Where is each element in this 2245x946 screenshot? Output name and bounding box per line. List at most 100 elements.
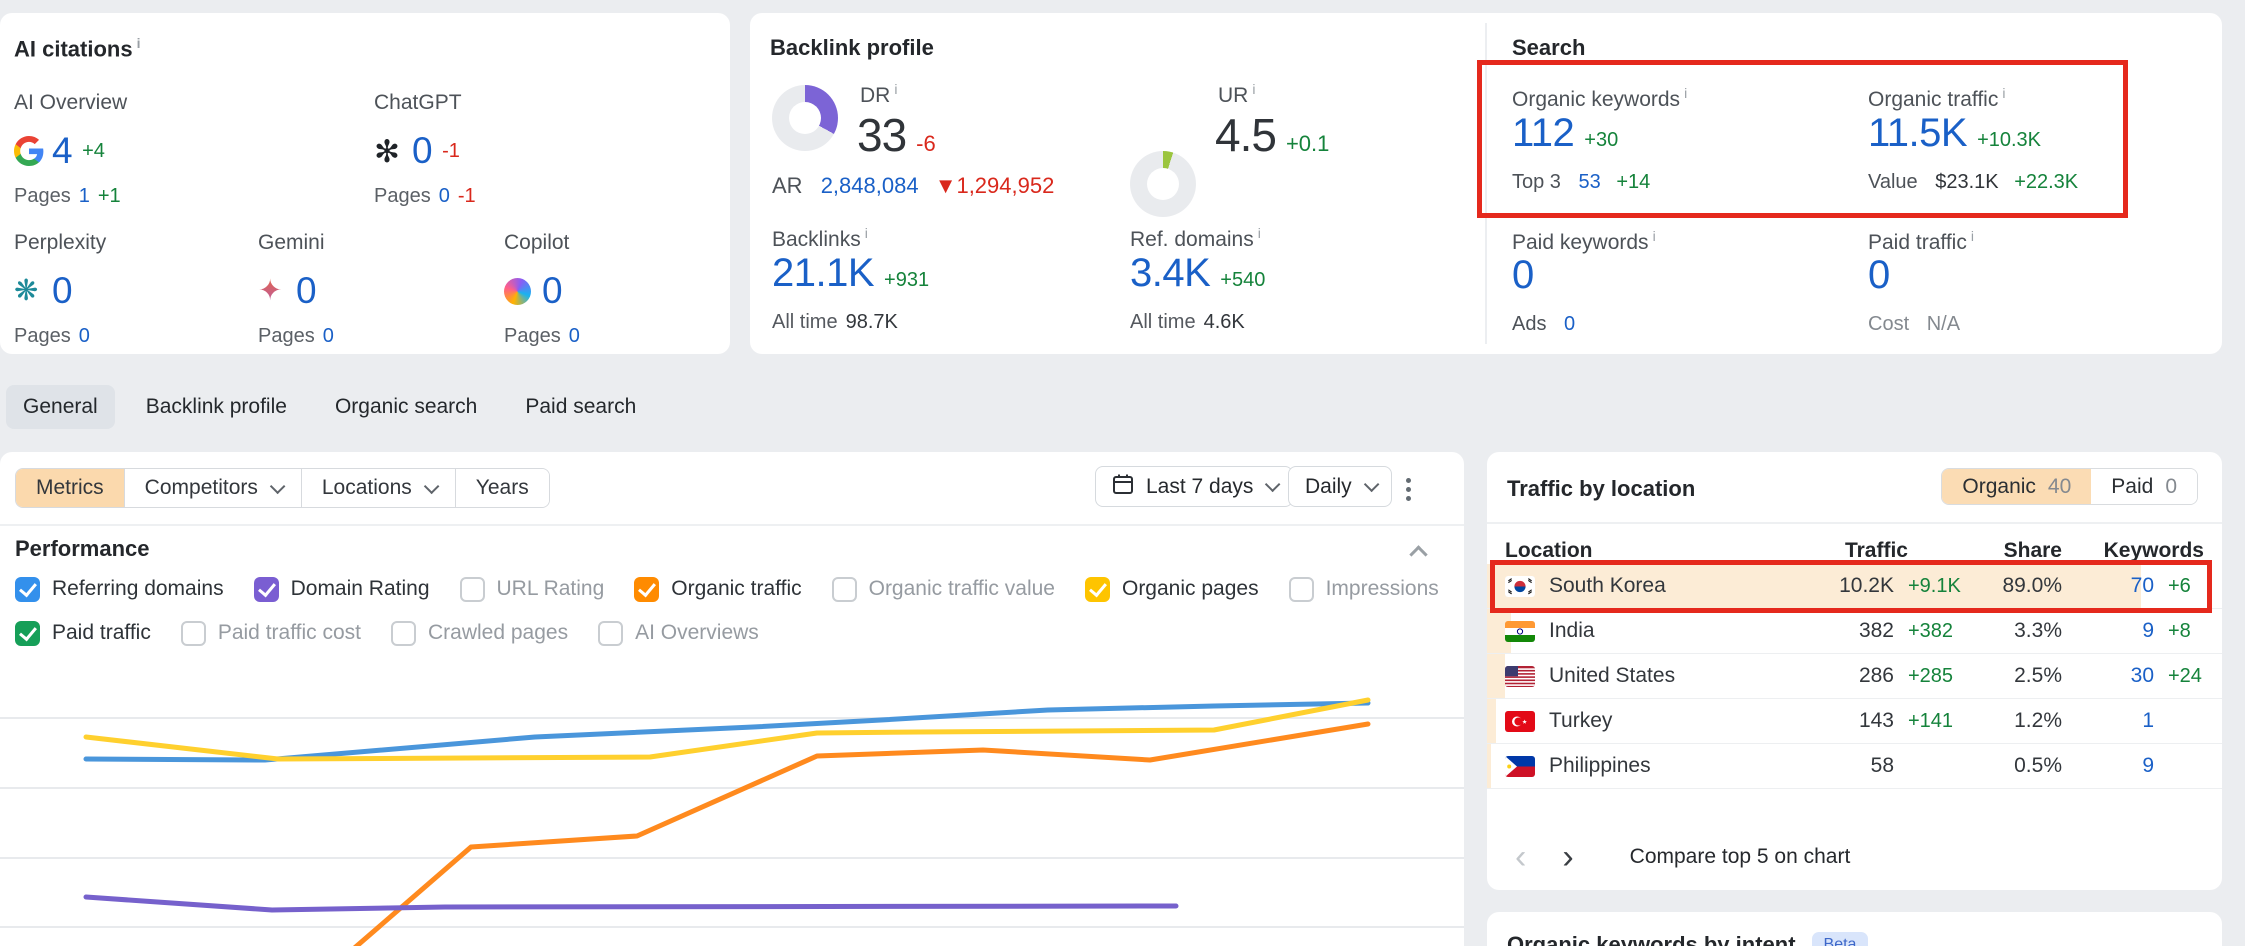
dr-value: 33 (857, 108, 906, 162)
checkbox-unchecked-icon[interactable] (181, 621, 206, 646)
ur-donut-chart (1130, 151, 1196, 217)
checkbox-unchecked-icon[interactable] (391, 621, 416, 646)
metric-checkbox-domain-rating[interactable]: Domain Rating (254, 574, 430, 604)
checkbox-unchecked-icon[interactable] (598, 621, 623, 646)
next-page-icon[interactable]: › (1562, 840, 1573, 874)
perplexity-icon: ❋ (14, 277, 52, 306)
compare-top5-link[interactable]: Compare top 5 on chart (1630, 845, 1851, 869)
info-icon: i (1258, 225, 1261, 241)
traffic-pager: ‹ › Compare top 5 on chart (1487, 840, 2222, 874)
perplexity-value: 0 (52, 270, 72, 312)
paid-traffic-label: Paid traffici (1868, 228, 1974, 255)
traffic-table: South Korea 10.2K+9.1K 89.0% 70+6 India … (1487, 564, 2222, 789)
info-icon: i (1252, 81, 1255, 97)
organic-keywords-value[interactable]: 112 (1512, 111, 1574, 156)
filter-competitors-button[interactable]: Competitors (125, 469, 302, 507)
toggle-organic[interactable]: Organic40 (1942, 469, 2091, 504)
metric-checkbox-paid-traffic[interactable]: Paid traffic (15, 618, 151, 648)
chevron-down-icon (270, 478, 286, 494)
ads-row: Ads 0 (1512, 313, 1575, 336)
checkbox-checked-icon[interactable] (15, 577, 40, 602)
checkbox-checked-icon[interactable] (15, 621, 40, 646)
gemini-label: Gemini (258, 231, 334, 255)
metric-checkbox-label: URL Rating (497, 577, 605, 601)
info-icon: i (865, 225, 868, 241)
filter-years-button[interactable]: Years (456, 469, 549, 507)
info-icon: i (1971, 228, 1974, 244)
card-divider (1485, 23, 1487, 344)
metric-checkbox-crawled-pages[interactable]: Crawled pages (391, 618, 568, 648)
copilot-icon (504, 278, 542, 305)
checkbox-checked-icon[interactable] (634, 577, 659, 602)
checkbox-unchecked-icon[interactable] (1289, 577, 1314, 602)
metric-checkbox-url-rating[interactable]: URL Rating (460, 574, 605, 604)
chatgpt-delta: -1 (442, 140, 460, 163)
organic-keywords-delta: +30 (1584, 129, 1618, 152)
organic-traffic-value-row: 11.5K +10.3K (1868, 111, 2041, 156)
dr-label: DRi (860, 81, 897, 108)
metric-checkbox-label: Organic traffic (671, 577, 801, 601)
metric-checkbox-referring-domains[interactable]: Referring domains (15, 574, 224, 604)
metric-checkbox-paid-traffic-cost[interactable]: Paid traffic cost (181, 618, 361, 648)
ai-citations-card: AI citationsi AI Overview 4 +4 Pages1+1 … (0, 13, 730, 354)
perplexity-label: Perplexity (14, 231, 106, 255)
backlinks-alltime: All time98.7K (772, 311, 898, 334)
organic-traffic-value[interactable]: 11.5K (1868, 111, 1967, 156)
metric-checkbox-organic-traffic[interactable]: Organic traffic (634, 574, 801, 604)
checkbox-unchecked-icon[interactable] (460, 577, 485, 602)
metric-checkbox-organic-traffic-value[interactable]: Organic traffic value (832, 574, 1055, 604)
date-range-button[interactable]: Last 7 days (1095, 466, 1293, 507)
collapse-chevron-up-icon[interactable] (1409, 545, 1427, 563)
tab-backlink-profile[interactable]: Backlink profile (129, 385, 304, 429)
checkbox-checked-icon[interactable] (254, 577, 279, 602)
info-icon: i (137, 35, 141, 51)
ai-overview-value: 4 (52, 130, 72, 172)
copilot-stat: Copilot 0 Pages0 (504, 231, 580, 348)
ur-value: 4.5 (1215, 108, 1276, 162)
metric-checkbox-label: AI Overviews (635, 621, 759, 645)
filter-locations-button[interactable]: Locations (302, 469, 456, 507)
metric-checkbox-ai-overviews[interactable]: AI Overviews (598, 618, 759, 648)
table-row-south-korea[interactable]: South Korea 10.2K+9.1K 89.0% 70+6 (1487, 564, 2222, 609)
ur-delta: +0.1 (1286, 131, 1329, 157)
metric-checkbox-label: Paid traffic cost (218, 621, 361, 645)
tab-paid-search[interactable]: Paid search (508, 385, 653, 429)
gemini-stat: Gemini ✦ 0 Pages0 (258, 231, 334, 348)
ref-domains-delta: +540 (1220, 269, 1265, 292)
gemini-value: 0 (296, 270, 316, 312)
metric-checkbox-impressions[interactable]: Impressions (1289, 574, 1439, 604)
tab-organic-search[interactable]: Organic search (318, 385, 494, 429)
table-row-philippines[interactable]: Philippines 58 0.5% 9 (1487, 744, 2222, 789)
checkbox-unchecked-icon[interactable] (832, 577, 857, 602)
chatgpt-value: 0 (412, 130, 432, 172)
paid-keywords-label: Paid keywordsi (1512, 228, 1656, 255)
backlinks-value[interactable]: 21.1K (772, 251, 874, 296)
performance-card: Metrics Competitors Locations Years Last… (0, 452, 1464, 946)
paid-keywords-value[interactable]: 0 (1512, 253, 1534, 298)
flag-tr-icon (1505, 711, 1535, 732)
prev-page-icon[interactable]: ‹ (1515, 840, 1526, 874)
paid-traffic-value[interactable]: 0 (1868, 253, 1890, 298)
ar-value[interactable]: 2,848,084 (821, 173, 919, 198)
table-row-turkey[interactable]: Turkey 143+141 1.2% 1 (1487, 699, 2222, 744)
more-options-kebab-button[interactable] (1400, 472, 1417, 507)
tab-general[interactable]: General (6, 385, 115, 429)
flag-us-icon (1505, 666, 1535, 687)
metrics-checkbox-list: Referring domains Domain Rating URL Rating… (15, 574, 1449, 648)
flag-in-icon (1505, 621, 1535, 642)
performance-chart (0, 652, 1464, 946)
metric-checkbox-organic-pages[interactable]: Organic pages (1085, 574, 1259, 604)
performance-title: Performance (15, 536, 150, 562)
toggle-paid[interactable]: Paid0 (2091, 469, 2197, 504)
organic-traffic-delta: +10.3K (1977, 129, 2041, 152)
dr-delta: -6 (916, 131, 936, 157)
granularity-button[interactable]: Daily (1288, 466, 1392, 507)
ref-domains-value[interactable]: 3.4K (1130, 251, 1210, 296)
filter-metrics-button[interactable]: Metrics (16, 469, 125, 507)
table-row-india[interactable]: India 382+382 3.3% 9+8 (1487, 609, 2222, 654)
table-row-united-states[interactable]: United States 286+285 2.5% 30+24 (1487, 654, 2222, 699)
organic-paid-toggle: Organic40 Paid0 (1941, 468, 2198, 505)
page-root: AI citationsi AI Overview 4 +4 Pages1+1 … (0, 0, 2245, 946)
checkbox-checked-icon[interactable] (1085, 577, 1110, 602)
ai-overview-stat: AI Overview 4 +4 Pages1+1 (14, 91, 127, 208)
